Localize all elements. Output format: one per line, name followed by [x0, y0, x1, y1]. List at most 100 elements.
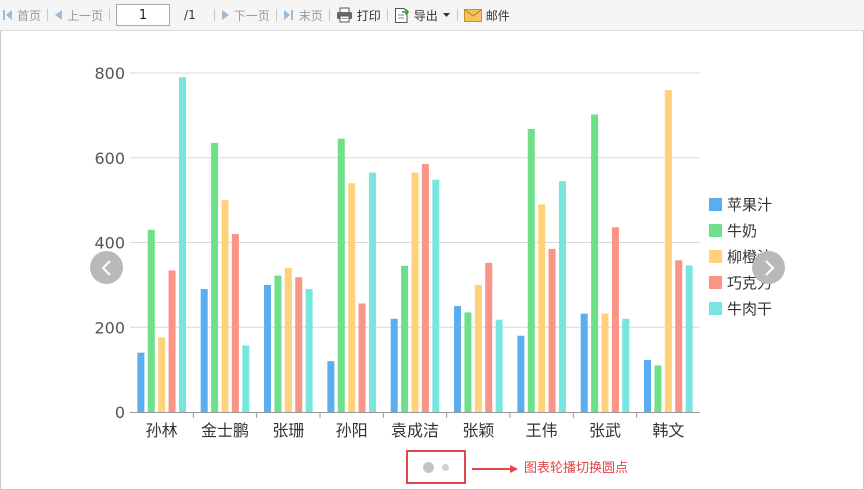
bar: [538, 204, 546, 412]
bar: [495, 319, 503, 412]
bar: [274, 275, 282, 412]
toolbar-divider: [328, 9, 330, 21]
bar: [358, 303, 366, 412]
x-tick-label: 张颖: [462, 421, 494, 440]
bar: [654, 365, 662, 412]
last-page-button[interactable]: 末页: [283, 4, 323, 26]
bar: [242, 345, 250, 412]
toolbar-divider: [456, 9, 458, 21]
bar: [432, 179, 440, 412]
chevron-left-icon: [101, 259, 111, 276]
bar: [337, 138, 345, 412]
y-tick-label: 200: [94, 318, 125, 337]
bar: [591, 114, 599, 412]
bar: [168, 270, 176, 412]
bar: [558, 181, 566, 412]
bar: [664, 89, 672, 412]
bar: [675, 260, 683, 412]
mail-label: 邮件: [485, 8, 510, 23]
toolbar-divider: [47, 9, 49, 21]
bar: [644, 359, 652, 412]
bar: [368, 172, 376, 412]
annotation-arrow: [472, 465, 518, 473]
last-page-icon: [283, 10, 293, 20]
bar: [464, 312, 472, 412]
bar: [474, 284, 482, 412]
bar: [390, 318, 398, 412]
mail-icon: [463, 8, 482, 22]
export-label: 导出: [413, 8, 438, 23]
legend-label: 苹果汁: [727, 196, 772, 214]
prev-page-icon: [55, 10, 63, 20]
carousel-next-button[interactable]: [752, 251, 785, 284]
page-total-label: /1: [184, 8, 196, 22]
bar: [527, 128, 535, 412]
page-number-input[interactable]: [116, 4, 171, 26]
carousel-dot[interactable]: [442, 463, 449, 471]
x-tick-label: 孙阳: [336, 421, 368, 440]
bar: [421, 164, 429, 412]
bar: [231, 234, 239, 412]
prev-page-label: 上一页: [67, 8, 104, 23]
bar: [200, 289, 208, 412]
export-icon: [394, 7, 409, 23]
legend-label: 牛肉干: [727, 300, 772, 318]
bar: [327, 361, 335, 412]
carousel-dot-active[interactable]: [423, 461, 434, 473]
bar: [211, 142, 219, 412]
bar: [517, 335, 525, 412]
x-tick-label: 张武: [589, 421, 621, 440]
export-button[interactable]: 导出: [394, 4, 451, 26]
bar: [454, 306, 462, 412]
bar: [622, 318, 630, 412]
print-label: 打印: [356, 8, 381, 23]
first-page-icon: [3, 10, 12, 20]
x-tick-label: 袁成洁: [391, 421, 439, 440]
bar-chart: 0200400600800孙林 金士鹏 张珊 孙阳 袁成洁 张颖 王伟 张武 韩文苹果汁牛奶柳橙…: [94, 64, 772, 440]
bar: [284, 267, 292, 412]
legend-swatch: [709, 276, 722, 289]
bar: [221, 200, 229, 412]
first-page-label: 首页: [17, 8, 42, 23]
bar: [411, 172, 419, 412]
legend-swatch: [709, 250, 722, 263]
bar: [348, 183, 356, 412]
toolbar-divider: [109, 9, 111, 21]
y-tick-label: 400: [94, 234, 125, 253]
next-page-label: 下一页: [233, 8, 270, 23]
bar: [295, 277, 303, 412]
bar: [158, 337, 166, 412]
next-page-button[interactable]: 下一页: [221, 4, 270, 26]
prev-page-button[interactable]: 上一页: [54, 4, 103, 26]
bar: [137, 352, 145, 412]
annotation-text: 图表轮播切换圆点: [524, 461, 629, 476]
legend-swatch: [709, 198, 722, 211]
first-page-button[interactable]: 首页: [3, 4, 41, 26]
x-tick-label: 韩文: [652, 421, 684, 440]
bar: [685, 265, 693, 412]
x-tick-label: 王伟: [526, 421, 558, 440]
carousel-dots-highlight: [406, 450, 466, 484]
legend-swatch: [709, 302, 722, 315]
toolbar-divider: [386, 9, 388, 21]
chevron-right-icon: [764, 259, 774, 276]
legend-label: 牛奶: [727, 222, 757, 240]
mail-button[interactable]: 邮件: [463, 4, 510, 26]
carousel-prev-button[interactable]: [90, 251, 123, 284]
x-tick-label: 孙林: [146, 421, 178, 440]
bar: [401, 265, 409, 412]
printer-icon: [336, 7, 352, 23]
print-button[interactable]: 打印: [336, 4, 381, 26]
bar: [601, 313, 609, 412]
report-toolbar: 首页 上一页 /1 下一页 末页 打印: [0, 0, 864, 31]
bar: [264, 284, 272, 412]
bar: [178, 77, 186, 413]
y-tick-label: 600: [94, 149, 125, 168]
bar: [580, 313, 588, 412]
x-tick-label: 张珊: [272, 421, 304, 440]
bar: [147, 229, 155, 412]
chart-area: 0 200 400 600 800 孙林 金士鹏 张珊 孙阳 袁成洁 张颖 王伟 张武 韩文 苹果汁 牛奶 柳橙…: [0, 32, 864, 490]
chevron-down-icon: [442, 13, 450, 17]
bar: [611, 227, 619, 412]
legend-swatch: [709, 224, 722, 237]
